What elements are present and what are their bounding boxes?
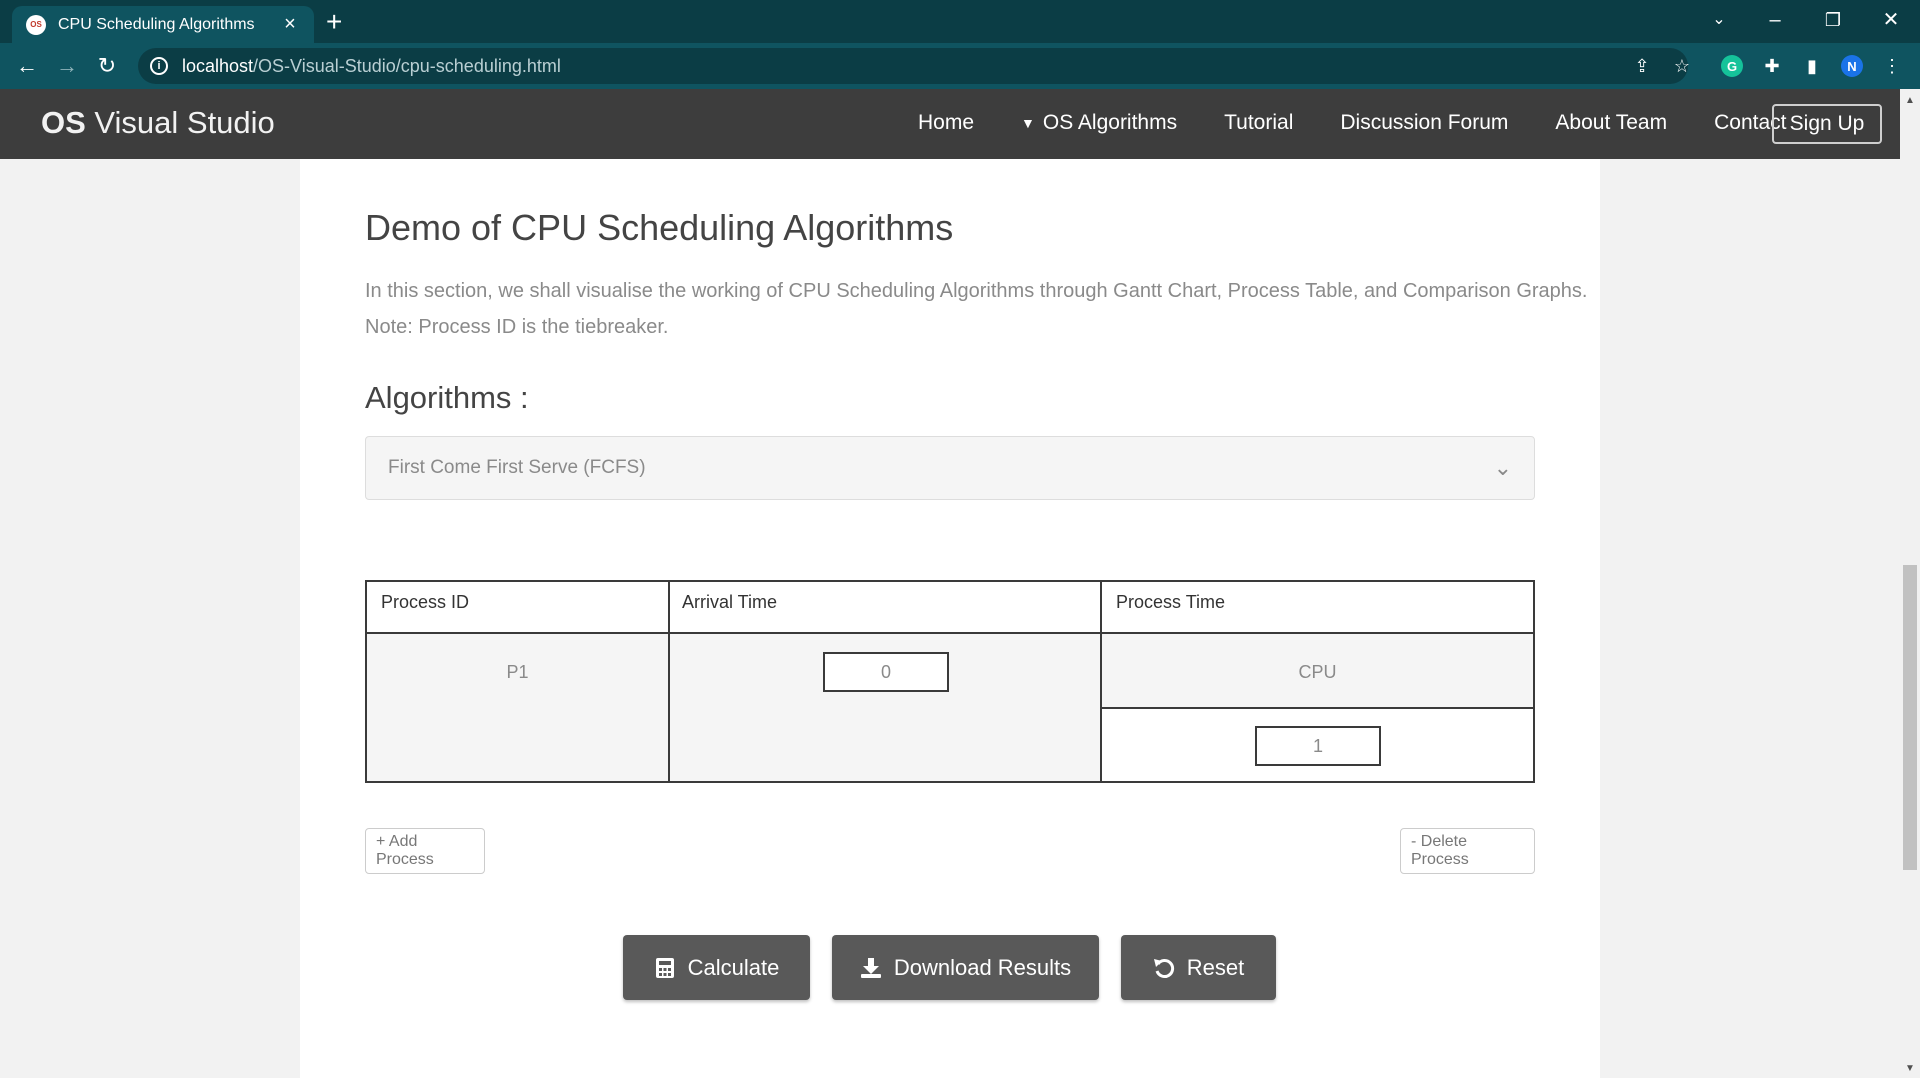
tab-search-icon[interactable]: ⌄ [1704,6,1734,34]
nav-links: Home ▼ OS Algorithms Tutorial Discussion … [918,111,1833,135]
algorithm-select-value: First Come First Serve (FCFS) [388,457,646,478]
reset-button[interactable]: Reset [1121,935,1276,1000]
burst-time-input[interactable]: 1 [1255,726,1381,766]
tab-title: CPU Scheduling Algorithms [58,15,255,33]
cpu-row-divider [1102,707,1533,709]
nav-tutorial[interactable]: Tutorial [1224,111,1293,135]
url-path: /OS-Visual-Studio/cpu-scheduling.html [253,55,561,76]
scroll-down-icon[interactable]: ▼ [1900,1063,1920,1074]
chevron-down-icon: ▼ [1021,115,1035,131]
brand-bold: OS [41,105,86,140]
share-icon[interactable]: ⇪ [1631,55,1653,77]
nav-home[interactable]: Home [918,111,974,135]
nav-os-algorithms-label: OS Algorithms [1042,111,1178,134]
scrollbar-thumb[interactable] [1903,565,1917,870]
header-arrival-time: Arrival Time [668,582,1102,634]
download-results-button[interactable]: Download Results [832,935,1099,1000]
page-scrollbar[interactable]: ▲ ▼ [1900,89,1920,1078]
column-divider [668,582,670,781]
browser-menu-icon[interactable]: ⋮ [1881,55,1903,77]
close-window-icon[interactable]: ✕ [1876,6,1906,34]
undo-icon [1153,957,1175,979]
sign-up-button[interactable]: Sign Up [1772,104,1882,144]
reset-label: Reset [1186,954,1245,980]
browser-tab[interactable]: OS CPU Scheduling Algorithms × [12,6,314,43]
restore-icon[interactable]: ❐ [1818,6,1848,34]
nav-about-team[interactable]: About Team [1555,111,1667,135]
site-brand[interactable]: OS Visual Studio [41,105,275,141]
site-navbar: OS Visual Studio Home ▼ OS Algorithms Tut… [0,89,1900,159]
intro-description: In this section, we shall visualise the … [365,280,1588,302]
side-panel-icon[interactable]: ▮ [1801,55,1823,77]
site-favicon-icon: OS [26,14,46,35]
intro-note: Note: Process ID is the tiebreaker. [365,316,669,338]
url-host: localhost [182,55,254,76]
download-icon [860,957,882,979]
nav-os-algorithms[interactable]: ▼ OS Algorithms [1021,111,1177,135]
calculator-icon [654,957,676,979]
header-process-time: Process Time [1102,582,1533,634]
site-info-icon[interactable]: i [150,57,168,75]
tab-close-icon[interactable]: × [280,13,300,36]
nav-discussion-forum[interactable]: Discussion Forum [1340,111,1508,135]
extensions-puzzle-icon[interactable]: ✚ [1761,55,1783,77]
grammarly-extension-icon[interactable]: G [1721,55,1743,77]
header-process-id: Process ID [367,582,668,634]
browser-tabstrip: OS CPU Scheduling Algorithms × + ⌄ – ❐ ✕ [0,0,1920,43]
brand-rest: Visual Studio [85,105,275,140]
profile-avatar[interactable]: N [1841,55,1863,77]
intro-text: In this section, we shall visualise the … [365,273,1587,345]
address-bar[interactable]: i localhost/OS-Visual-Studio/cpu-schedul… [138,48,1688,84]
download-label: Download Results [893,954,1072,980]
chevron-down-icon: ⌄ [1493,455,1512,480]
bookmark-star-icon[interactable]: ☆ [1671,55,1693,77]
page-title: Demo of CPU Scheduling Algorithms [365,207,954,248]
arrival-time-input[interactable]: 0 [823,652,949,692]
reload-icon[interactable]: ↻ [92,51,122,81]
new-tab-icon[interactable]: + [326,8,342,36]
calculate-label: Calculate [687,954,780,980]
scroll-up-icon[interactable]: ▲ [1900,95,1920,106]
process-id-cell: P1 [506,662,529,682]
process-table: Process ID Arrival Time Process Time P1 … [365,580,1535,783]
algorithm-select[interactable]: First Come First Serve (FCFS) ⌄ [365,436,1535,500]
forward-icon[interactable]: → [52,51,82,81]
calculate-button[interactable]: Calculate [623,935,810,1000]
add-process-button[interactable]: + Add Process [365,828,485,874]
cpu-label: CPU [1298,662,1337,682]
back-icon[interactable]: ← [12,51,42,81]
delete-process-button[interactable]: - Delete Process [1400,828,1535,874]
algorithms-heading: Algorithms : [365,380,529,415]
browser-toolbar: ← → ↻ i localhost/OS-Visual-Studio/cpu-s… [0,43,1920,89]
minimize-icon[interactable]: – [1760,6,1790,34]
